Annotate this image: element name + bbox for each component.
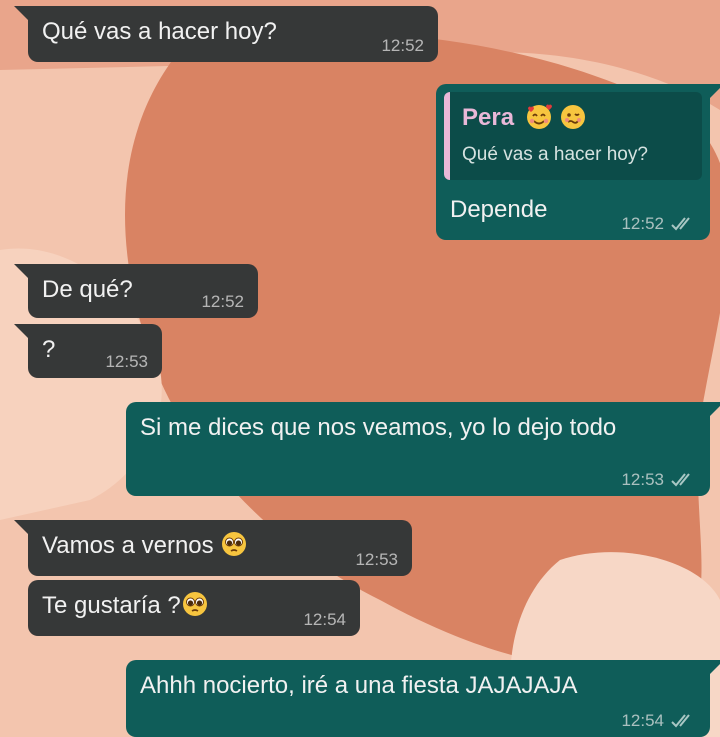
smiling-face-with-hearts-emoji [526,104,552,129]
message-text: Te gustaría ? [42,592,181,619]
message-text: Qué vas a hacer hoy? [42,18,277,45]
pleading-face-emoji [222,532,247,556]
message-bubble-outgoing[interactable]: Si me dices que nos veamos, yo lo dejo t… [126,402,720,496]
message-time: 12:52 [381,36,424,55]
message-bubble-outgoing[interactable]: Pera Qué vas a hacer hoy? Depende 12:52 [436,84,720,240]
message-text: Depende [450,196,548,223]
pleading-face-emoji [182,592,207,616]
double-check-icon [671,217,690,231]
message-bubble-incoming[interactable]: Vamos a vernos 12:53 [14,520,412,576]
message-time: 12:53 [355,550,398,569]
message-bubble-incoming[interactable]: De qué? 12:52 [14,264,258,318]
message-time: 12:53 [105,352,148,371]
message-time: 12:52 [201,292,244,311]
message-bubble-incoming[interactable]: Qué vas a hacer hoy? 12:52 [14,6,438,62]
message-bubble-incoming[interactable]: Te gustaría ? 12:54 [28,580,360,636]
quote-sender-name: Pera [462,102,587,135]
message-text: Vamos a vernos [42,532,214,559]
double-check-icon [671,473,690,487]
message-text: Ahhh nocierto, iré a una fiesta JAJAJAJA [140,672,578,699]
message-time: 12:54 [303,610,346,629]
message-text: ? [42,336,56,363]
message-text: Si me dices que nos veamos, yo lo dejo t… [140,414,617,441]
message-time: 12:53 [621,470,664,489]
reply-quote[interactable]: Pera Qué vas a hacer hoy? [444,92,702,180]
message-time: 12:54 [621,711,664,730]
quote-accent-bar [444,92,450,180]
woozy-face-emoji [561,104,586,129]
double-check-icon [671,714,690,728]
message-time: 12:52 [621,214,664,233]
message-bubble-incoming[interactable]: ? 12:53 [14,324,162,378]
message-text: De qué? [42,276,133,303]
quote-text: Qué vas a hacer hoy? [462,144,648,165]
message-bubble-outgoing[interactable]: Ahhh nocierto, iré a una fiesta JAJAJAJA… [126,660,720,737]
